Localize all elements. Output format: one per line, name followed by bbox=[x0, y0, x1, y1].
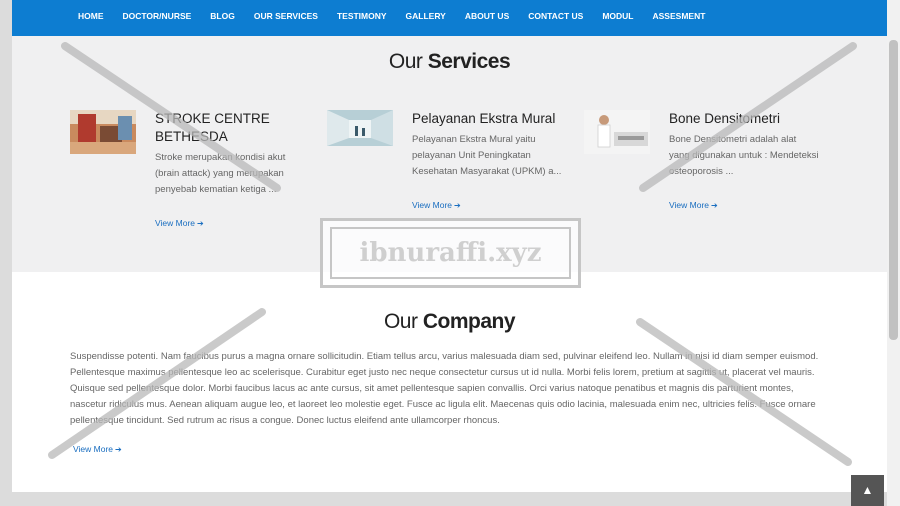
chevron-up-icon: ▲ bbox=[861, 483, 874, 497]
company-view-more-link[interactable]: View More ➔ bbox=[73, 444, 122, 454]
company-section: Our Company Suspendisse potenti. Nam fau… bbox=[12, 272, 887, 506]
arrow-right-circle-icon: ➔ bbox=[115, 445, 122, 454]
arrow-right-circle-icon: ➔ bbox=[454, 201, 461, 210]
watermark-text: ibnuraffi.xyz bbox=[359, 238, 542, 268]
company-title: Our Company bbox=[12, 310, 887, 334]
footer-strip bbox=[12, 492, 887, 506]
back-to-top-button[interactable]: ▲ bbox=[851, 475, 884, 506]
nav-item-gallery[interactable]: GALLERY bbox=[406, 11, 446, 21]
view-more-label: View More bbox=[669, 200, 709, 210]
service-image-bone-densitometri[interactable] bbox=[584, 110, 650, 154]
service-image-stroke-centre[interactable] bbox=[70, 110, 136, 154]
services-title-bold: Services bbox=[427, 50, 511, 73]
view-more-wrapper: View More ➔ bbox=[669, 195, 819, 213]
view-more-link[interactable]: View More ➔ bbox=[412, 200, 461, 210]
view-more-label: View More bbox=[73, 444, 113, 454]
watermark-inner-border: ibnuraffi.xyz bbox=[330, 227, 571, 279]
service-description: Stroke merupakan kondisi akut (brain att… bbox=[155, 152, 286, 195]
service-body-stroke: STROKE CENTRE BETHESDA Stroke merupakan … bbox=[155, 110, 305, 231]
nav-item-about-us[interactable]: ABOUT US bbox=[465, 11, 509, 21]
arrow-right-circle-icon: ➔ bbox=[711, 201, 718, 210]
company-title-light: Our bbox=[383, 310, 418, 333]
scrollbar-thumb[interactable] bbox=[889, 40, 898, 340]
service-title[interactable]: Bone Densitometri bbox=[669, 110, 819, 128]
nav-item-contact-us[interactable]: CONTACT US bbox=[528, 11, 583, 21]
services-title: Our Services bbox=[12, 50, 887, 74]
company-paragraph: Suspendisse potenti. Nam faucibus purus … bbox=[70, 351, 819, 426]
view-more-wrapper: View More ➔ bbox=[412, 195, 562, 213]
nav-item-our-services[interactable]: OUR SERVICES bbox=[254, 11, 318, 21]
nav-item-blog[interactable]: BLOG bbox=[210, 11, 235, 21]
view-more-label: View More bbox=[155, 218, 195, 228]
watermark-box: ibnuraffi.xyz bbox=[320, 218, 581, 288]
service-title[interactable]: Pelayanan Ekstra Mural bbox=[412, 110, 562, 128]
company-title-bold: Company bbox=[422, 310, 516, 333]
services-title-light: Our bbox=[388, 50, 423, 73]
service-image-ekstra-mural[interactable] bbox=[327, 110, 393, 146]
service-title[interactable]: STROKE CENTRE BETHESDA bbox=[155, 110, 305, 146]
view-more-link[interactable]: View More ➔ bbox=[155, 218, 204, 228]
view-more-link[interactable]: View More ➔ bbox=[669, 200, 718, 210]
nav-item-doctor-nurse[interactable]: DOCTOR/NURSE bbox=[123, 11, 192, 21]
nav-item-home[interactable]: HOME bbox=[78, 11, 104, 21]
view-more-label: View More bbox=[412, 200, 452, 210]
service-body-bone-densitometri: Bone Densitometri Bone Densitometri adal… bbox=[669, 110, 819, 213]
service-description: Pelayanan Ekstra Mural yaitu pelayanan U… bbox=[412, 134, 562, 177]
nav-item-testimony[interactable]: TESTIMONY bbox=[337, 11, 387, 21]
nav-item-assesment[interactable]: ASSESMENT bbox=[653, 11, 706, 21]
service-body-ekstra-mural: Pelayanan Ekstra Mural Pelayanan Ekstra … bbox=[412, 110, 562, 213]
scrollbar[interactable] bbox=[887, 0, 900, 506]
service-description: Bone Densitometri adalah alat yang digun… bbox=[669, 134, 819, 177]
arrow-right-circle-icon: ➔ bbox=[197, 219, 204, 228]
nav-item-modul[interactable]: MODUL bbox=[602, 11, 633, 21]
top-navbar: HOME DOCTOR/NURSE BLOG OUR SERVICES TEST… bbox=[12, 0, 887, 36]
nav-menu: HOME DOCTOR/NURSE BLOG OUR SERVICES TEST… bbox=[78, 11, 724, 21]
view-more-wrapper: View More ➔ bbox=[155, 213, 305, 231]
